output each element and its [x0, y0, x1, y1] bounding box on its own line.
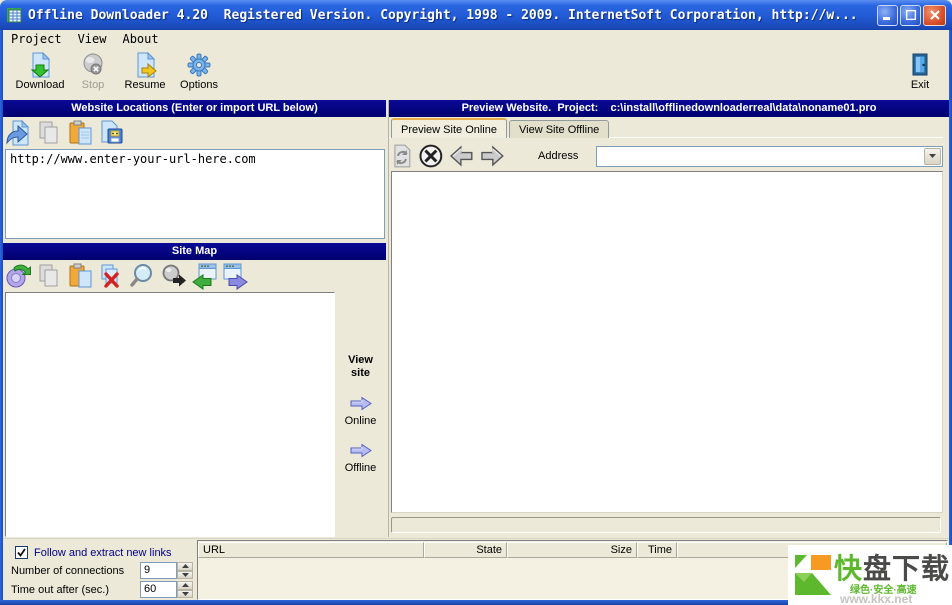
view-offline-button[interactable]	[335, 443, 386, 461]
options-label: Options	[180, 79, 218, 91]
panel-splitter[interactable]	[386, 100, 389, 537]
website-locations-header: Website Locations (Enter or import URL b…	[3, 100, 386, 117]
sitemap-list[interactable]	[5, 292, 335, 537]
import-sitemap-button[interactable]	[191, 261, 218, 290]
connections-down-button[interactable]	[177, 571, 193, 580]
arrow-up-icon	[182, 564, 189, 568]
connections-up-button[interactable]	[177, 562, 193, 571]
timeout-down-button[interactable]	[177, 590, 193, 599]
build-sitemap-button[interactable]	[5, 261, 32, 290]
find-button[interactable]	[160, 261, 187, 290]
url-text: http://www.enter-your-url-here.com	[10, 152, 256, 166]
stop-button[interactable]: Stop	[71, 52, 115, 91]
resume-button[interactable]: Resume	[117, 52, 173, 91]
maximize-icon	[906, 10, 916, 20]
view-online-button[interactable]	[335, 396, 386, 414]
timeout-spinner	[177, 581, 193, 598]
stop-loading-button[interactable]	[418, 143, 444, 169]
stop-icon	[80, 52, 106, 78]
preview-toolbar: Address	[391, 141, 943, 171]
view-site-panel: View site Online Offline	[335, 292, 386, 537]
export-sitemap-button[interactable]	[222, 261, 249, 290]
resume-label: Resume	[125, 79, 166, 91]
download-icon	[27, 52, 53, 78]
arrow-down-icon	[182, 592, 189, 596]
view-online-label: Online	[335, 415, 386, 427]
timeout-input[interactable]: 60	[140, 581, 177, 598]
arrow-down-icon	[182, 573, 189, 577]
paste-sitemap-button[interactable]	[67, 261, 94, 290]
follow-links-checkbox[interactable]	[15, 546, 28, 559]
watermark-tagline: 绿色·安全·高速	[850, 581, 917, 596]
view-offline-label: Offline	[335, 462, 386, 474]
menu-about[interactable]: About	[114, 31, 166, 47]
column-header-size[interactable]: Size	[507, 542, 637, 558]
follow-links-label[interactable]: Follow and extract new links	[34, 547, 172, 559]
titlebar: Offline Downloader 4.20 Registered Versi…	[0, 0, 952, 30]
url-toolbar	[5, 119, 385, 149]
refresh-page-button-disabled[interactable]	[391, 143, 413, 169]
preview-website-header: Preview Website. Project: c:\install\off…	[389, 100, 949, 117]
menu-view[interactable]: View	[70, 31, 115, 47]
menu-project[interactable]: Project	[3, 31, 70, 47]
window-border-left	[0, 28, 3, 605]
close-button[interactable]	[923, 5, 946, 26]
exit-button[interactable]: Exit	[896, 52, 944, 91]
delete-sitemap-button[interactable]	[98, 261, 125, 290]
site-map-header: Site Map	[3, 243, 386, 260]
tab-preview-site-online[interactable]: Preview Site Online	[391, 118, 507, 138]
download-button[interactable]: Download	[11, 52, 69, 91]
connections-input[interactable]: 9	[140, 562, 177, 579]
preview-tabs: Preview Site Online View Site Offline	[391, 118, 611, 138]
view-offline-arrow-icon	[349, 443, 373, 458]
timeout-label: Time out after (sec.)	[11, 584, 109, 596]
options-button[interactable]: Options	[173, 52, 225, 91]
preview-statusbar	[391, 517, 941, 533]
download-label: Download	[16, 79, 65, 91]
arrow-up-icon	[182, 583, 189, 587]
tab-view-site-offline[interactable]: View Site Offline	[509, 120, 609, 138]
zoom-button[interactable]	[129, 261, 156, 290]
address-label: Address	[538, 150, 578, 162]
import-url-button[interactable]	[5, 119, 32, 147]
preview-viewport	[391, 171, 943, 513]
address-combobox[interactable]	[596, 146, 943, 167]
kkx-watermark: 快盘下载 www.kkx.net 绿色·安全·高速	[788, 545, 952, 605]
connections-label: Number of connections	[11, 565, 124, 577]
forward-button[interactable]	[479, 144, 505, 168]
back-button[interactable]	[449, 144, 475, 168]
column-header-time[interactable]: Time	[637, 542, 677, 558]
view-online-arrow-icon	[349, 396, 373, 411]
timeout-up-button[interactable]	[177, 581, 193, 590]
window-title: Offline Downloader 4.20 Registered Versi…	[28, 8, 877, 23]
maximize-button[interactable]	[900, 5, 921, 26]
paste-url-button[interactable]	[67, 119, 94, 147]
watermark-brand-first: 快	[834, 553, 863, 584]
address-dropdown-button[interactable]	[924, 148, 941, 165]
menu-bar: Project View About	[3, 30, 949, 48]
minimize-icon	[883, 11, 892, 20]
exit-icon	[908, 52, 932, 78]
view-site-title: View site	[335, 292, 386, 380]
check-icon	[17, 548, 26, 557]
copy-sitemap-button-disabled[interactable]	[36, 261, 63, 290]
watermark-brand-rest: 盘下载	[863, 553, 950, 584]
column-header-state[interactable]: State	[424, 542, 507, 558]
column-header-url[interactable]: URL	[198, 542, 424, 558]
options-icon	[186, 52, 212, 78]
stop-label: Stop	[82, 79, 105, 91]
kuaipan-logo-icon	[794, 554, 832, 596]
close-icon	[930, 10, 940, 20]
connections-spinner	[177, 562, 193, 579]
main-toolbar: Download Stop Resume Opti	[3, 48, 949, 98]
chevron-down-icon	[929, 154, 936, 158]
app-icon	[7, 7, 23, 23]
sitemap-toolbar	[5, 261, 385, 291]
url-input[interactable]: http://www.enter-your-url-here.com	[5, 149, 385, 239]
exit-label: Exit	[911, 79, 929, 91]
resume-icon	[132, 52, 158, 78]
minimize-button[interactable]	[877, 5, 898, 26]
save-url-button[interactable]	[98, 119, 125, 147]
copy-url-button-disabled[interactable]	[36, 119, 63, 147]
